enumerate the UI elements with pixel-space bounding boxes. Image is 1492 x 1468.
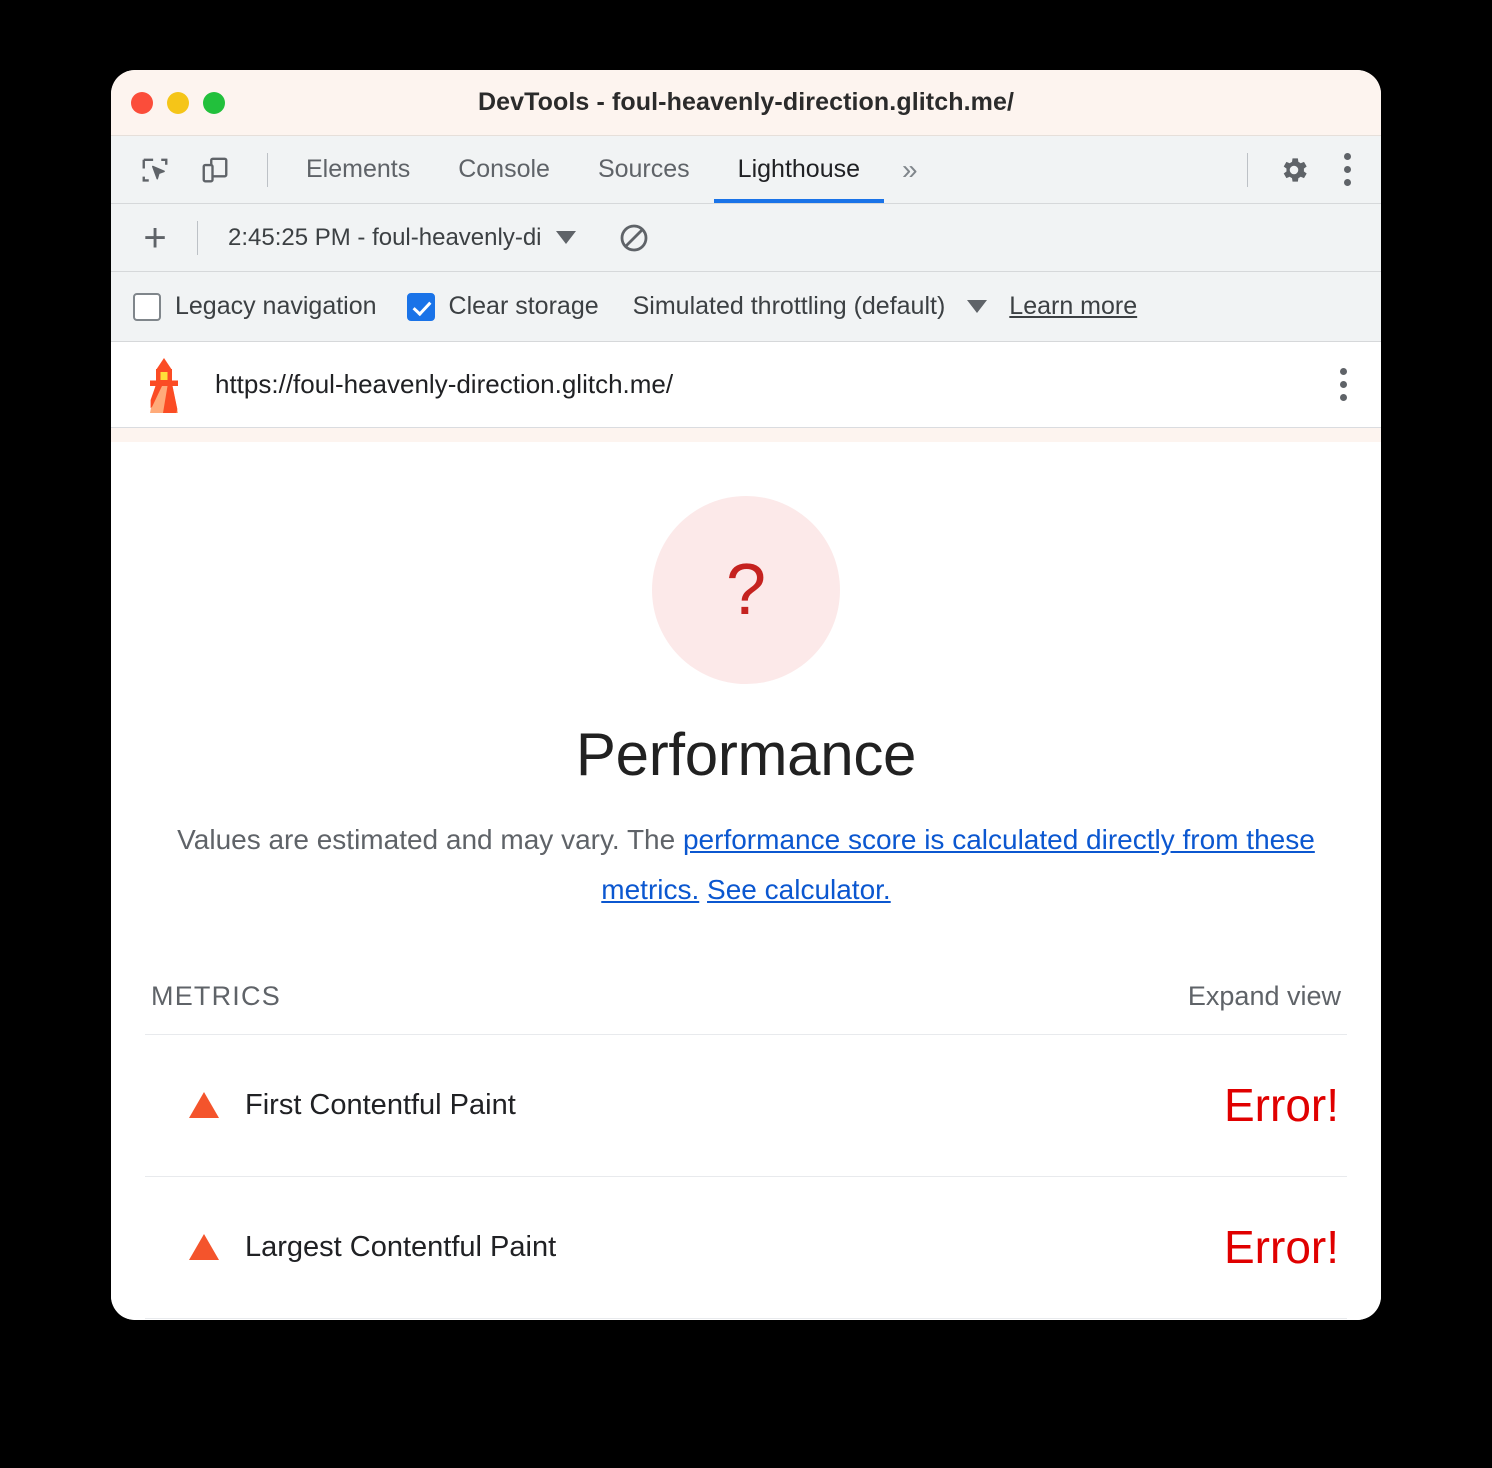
new-report-button[interactable]: + bbox=[133, 218, 177, 258]
close-window-button[interactable] bbox=[131, 92, 153, 114]
tab-console[interactable]: Console bbox=[434, 136, 574, 203]
tab-console-label: Console bbox=[458, 155, 550, 183]
metrics-section-title: METRICS bbox=[151, 980, 281, 1011]
gear-icon[interactable] bbox=[1272, 148, 1316, 192]
warning-triangle-icon bbox=[189, 1092, 219, 1119]
lighthouse-url-bar: https://foul-heavenly-direction.glitch.m… bbox=[111, 342, 1381, 428]
window-title: DevTools - foul-heavenly-direction.glitc… bbox=[477, 88, 1015, 116]
tab-elements[interactable]: Elements bbox=[282, 136, 434, 203]
lighthouse-report: ? Performance Values are estimated and m… bbox=[111, 442, 1381, 1320]
legacy-navigation-label: Legacy navigation bbox=[175, 292, 377, 320]
clear-storage-box[interactable] bbox=[406, 292, 435, 321]
page-title: Performance bbox=[575, 721, 917, 788]
see-calculator-link[interactable]: See calculator. bbox=[707, 874, 891, 905]
description-text-part1: Values are estimated and may vary. The bbox=[177, 824, 683, 855]
lighthouse-icon bbox=[150, 357, 178, 413]
window-titlebar: DevTools - foul-heavenly-direction.glitc… bbox=[111, 70, 1381, 136]
kebab-dot bbox=[1340, 381, 1347, 388]
metrics-list: First Contentful Paint Error! Largest Co… bbox=[145, 1033, 1347, 1319]
throttling-label: Simulated throttling (default) bbox=[632, 292, 946, 320]
category-description: Values are estimated and may vary. The p… bbox=[145, 815, 1347, 915]
screen-root: DevTools - foul-heavenly-direction.glitc… bbox=[0, 0, 1492, 1468]
toolbar-divider-right bbox=[1247, 152, 1248, 187]
more-tabs-icon[interactable]: » bbox=[884, 136, 936, 203]
devtools-toolbar-right bbox=[1233, 136, 1381, 203]
report-selector-value: 2:45:25 PM - foul-heavenly-di bbox=[228, 223, 542, 251]
clear-all-icon[interactable] bbox=[612, 216, 656, 260]
audited-url: https://foul-heavenly-direction.glitch.m… bbox=[215, 369, 674, 399]
legacy-navigation-box[interactable] bbox=[133, 292, 161, 321]
table-row[interactable]: Largest Contentful Paint Error! bbox=[145, 1177, 1347, 1319]
performance-score-gauge[interactable]: ? bbox=[652, 496, 840, 684]
metric-name: Largest Contentful Paint bbox=[245, 1230, 557, 1263]
lighthouse-settings-row: Legacy navigation Clear storage Simulate… bbox=[111, 272, 1381, 342]
metric-name: First Contentful Paint bbox=[245, 1088, 516, 1121]
table-row[interactable]: First Contentful Paint Error! bbox=[145, 1035, 1347, 1177]
warning-triangle-icon bbox=[189, 1234, 219, 1261]
clear-storage-checkbox[interactable]: Clear storage bbox=[406, 292, 599, 321]
learn-more-link[interactable]: Learn more bbox=[1009, 292, 1137, 321]
chevron-down-icon bbox=[555, 231, 576, 244]
tab-lighthouse-label: Lighthouse bbox=[737, 155, 860, 183]
devtools-more-options-icon[interactable] bbox=[1332, 145, 1363, 194]
minimize-window-button[interactable] bbox=[167, 92, 189, 114]
metric-value: Error! bbox=[1224, 1221, 1339, 1274]
report-top-band bbox=[111, 428, 1381, 442]
window-controls bbox=[131, 70, 225, 136]
score-gauge-wrapper: ? bbox=[145, 496, 1347, 684]
legacy-navigation-checkbox[interactable]: Legacy navigation bbox=[133, 292, 377, 321]
description-text-part2 bbox=[699, 874, 707, 905]
more-tabs-glyph: » bbox=[902, 153, 918, 185]
expand-view-toggle[interactable]: Expand view bbox=[1188, 981, 1341, 1012]
tab-sources-label: Sources bbox=[597, 155, 690, 183]
clear-storage-label: Clear storage bbox=[448, 292, 599, 320]
score-value: ? bbox=[725, 550, 767, 630]
tab-elements-label: Elements bbox=[306, 155, 411, 183]
devtools-window: DevTools - foul-heavenly-direction.glitc… bbox=[111, 70, 1381, 1320]
kebab-dot bbox=[1344, 179, 1351, 186]
new-report-label: + bbox=[143, 215, 167, 260]
lighthouse-run-toolbar: + 2:45:25 PM - foul-heavenly-di bbox=[111, 204, 1381, 272]
kebab-dot bbox=[1340, 368, 1347, 375]
kebab-dot bbox=[1344, 166, 1351, 173]
report-options-icon[interactable] bbox=[1328, 360, 1359, 409]
kebab-dot bbox=[1340, 394, 1347, 401]
devtools-tool-buttons bbox=[111, 136, 282, 203]
maximize-window-button[interactable] bbox=[203, 92, 225, 114]
kebab-dot bbox=[1344, 153, 1351, 160]
tab-lighthouse[interactable]: Lighthouse bbox=[713, 136, 885, 203]
chevron-down-icon bbox=[967, 300, 988, 313]
panel-tabs: Elements Console Sources Lighthouse bbox=[282, 136, 885, 203]
toolbar-divider bbox=[267, 152, 268, 187]
throttling-select[interactable]: Simulated throttling (default) bbox=[633, 292, 988, 321]
devtools-tabstrip: Elements Console Sources Lighthouse » bbox=[111, 136, 1381, 204]
device-toolbar-icon[interactable] bbox=[193, 148, 237, 192]
metrics-header-row: METRICS Expand view bbox=[145, 981, 1347, 1012]
tab-sources[interactable]: Sources bbox=[574, 136, 714, 203]
metric-value: Error! bbox=[1224, 1079, 1339, 1132]
report-selector[interactable]: 2:45:25 PM - foul-heavenly-di bbox=[228, 224, 576, 252]
run-toolbar-divider bbox=[197, 220, 198, 255]
inspect-element-icon[interactable] bbox=[133, 148, 177, 192]
